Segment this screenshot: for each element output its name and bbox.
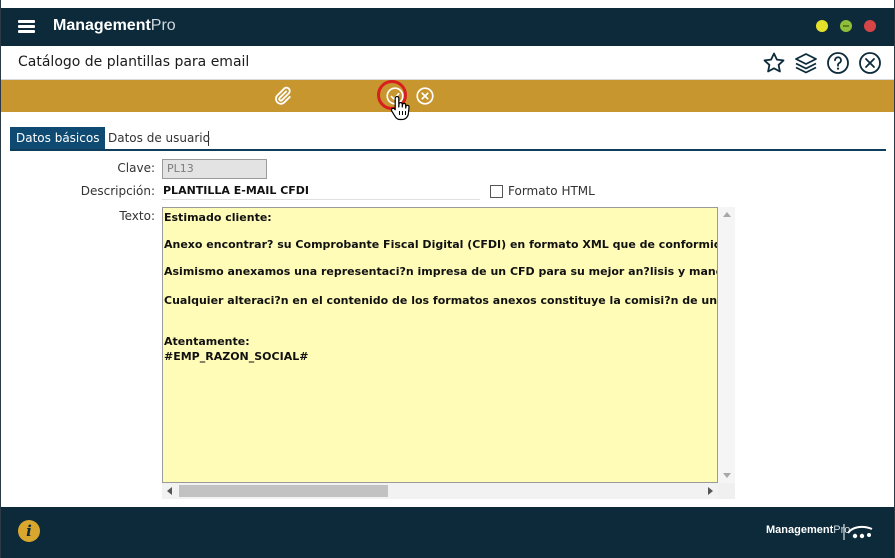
brand-logo-icon — [843, 523, 875, 541]
star-icon[interactable] — [762, 51, 786, 75]
scroll-up-arrow-icon[interactable] — [723, 212, 731, 217]
horizontal-scrollbar[interactable] — [162, 483, 718, 499]
texto-line: Cualquier alteraci?n en el contenido de … — [164, 294, 718, 307]
clave-label: Clave: — [117, 161, 155, 175]
tab-datos-basicos[interactable]: Datos básicos — [10, 127, 106, 149]
page-title: Catálogo de plantillas para email — [18, 54, 250, 70]
hand-cursor-icon — [389, 94, 413, 124]
texto-textarea[interactable]: Estimado cliente: Anexo encontrar? su Co… — [162, 207, 718, 483]
texto-line: Atentamente: — [164, 335, 250, 348]
app-brand: ManagementPro — [53, 17, 176, 34]
window-close-button[interactable] — [864, 20, 876, 32]
tab-datos-usuario[interactable]: Datos de usuario — [102, 127, 216, 149]
texto-line: #EMP_RAZON_SOCIAL# — [164, 350, 309, 363]
descripcion-label: Descripción: — [80, 184, 155, 198]
hamburger-menu-icon[interactable] — [18, 20, 35, 34]
paperclip-icon[interactable] — [271, 85, 293, 107]
formato-html-checkbox[interactable] — [490, 185, 503, 198]
scroll-right-arrow-icon[interactable] — [708, 487, 713, 495]
page-header: Catálogo de plantillas para email — [1, 46, 894, 80]
scrollbar-corner — [718, 483, 735, 499]
formato-html-label: Formato HTML — [508, 184, 595, 198]
footer-brand: ManagementPro — [766, 524, 851, 536]
tab-divider — [208, 131, 209, 146]
scroll-down-arrow-icon[interactable] — [723, 473, 731, 478]
clave-field[interactable]: PL13 — [162, 159, 267, 179]
app-window: ManagementPro Catálogo de plantillas par… — [0, 0, 895, 558]
maximize-button[interactable] — [840, 20, 852, 32]
tab-bar: Datos básicos Datos de usuario — [10, 127, 886, 151]
layers-icon[interactable] — [794, 51, 818, 75]
close-circle-icon[interactable] — [858, 51, 882, 75]
help-icon[interactable] — [826, 51, 850, 75]
info-icon[interactable]: i — [18, 520, 40, 542]
footer-bar: i ManagementPro — [1, 507, 894, 558]
title-bar: ManagementPro — [1, 8, 894, 46]
scroll-left-arrow-icon[interactable] — [167, 487, 172, 495]
scrollbar-thumb[interactable] — [179, 485, 388, 497]
vertical-scrollbar[interactable] — [718, 207, 735, 483]
cancel-circle-icon[interactable] — [414, 85, 436, 107]
texto-line: Anexo encontrar? su Comprobante Fiscal D… — [164, 238, 717, 251]
texto-label: Texto: — [119, 209, 155, 223]
texto-line: Asimismo anexamos una representaci?n imp… — [164, 265, 717, 278]
action-toolbar — [1, 80, 894, 112]
minimize-button[interactable] — [816, 20, 828, 32]
texto-line: Estimado cliente: — [164, 211, 272, 224]
descripcion-field[interactable]: PLANTILLA E-MAIL CFDI — [162, 183, 480, 200]
